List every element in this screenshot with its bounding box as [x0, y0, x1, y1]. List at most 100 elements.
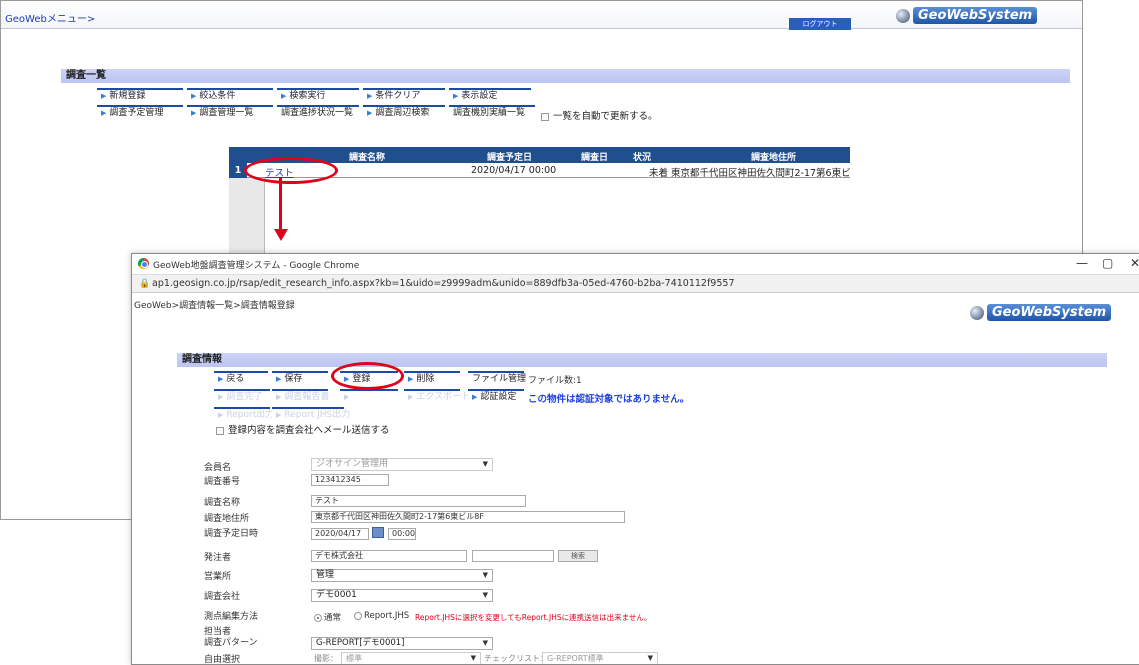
col-status: 状況 — [633, 153, 652, 163]
button-label: 新規登録 — [109, 91, 146, 101]
arrow-icon: ▶ — [276, 411, 282, 419]
photo-select[interactable]: 標準 ▼ — [341, 652, 481, 664]
client-label: 発注者 — [204, 553, 232, 563]
geoweb-logo: GeoWebSystem — [970, 304, 1112, 321]
pattern-select[interactable]: G-REPORT[デモ0001] ▼ — [311, 637, 493, 650]
row-planned: 2020/04/17 00:00 — [471, 165, 557, 176]
arrow-icon: ▶ — [276, 375, 282, 383]
top-bar: GeoWebメニュー> ログアウト GeoWebSystem — [1, 1, 1082, 30]
cert-settings-button[interactable]: ▶ 認証設定 — [468, 389, 524, 404]
col-address: 調査地住所 — [751, 153, 797, 163]
photo-value: 標準 — [346, 654, 362, 663]
progress-list-button[interactable]: 調査進捗状況一覧 — [277, 105, 359, 120]
button-label: 調査管理一覧 — [199, 108, 254, 118]
report-button: ▶ 調査報告書 — [272, 389, 329, 404]
arrow-icon: ▶ — [408, 393, 414, 401]
arrow-icon: ▶ — [453, 92, 459, 100]
mail-checkbox[interactable] — [216, 426, 224, 435]
minimize-button[interactable]: — — [1076, 256, 1088, 270]
file-mgmt-button[interactable]: ファイル管理 — [468, 371, 526, 386]
logo-globe-icon — [970, 305, 984, 320]
display-settings-button[interactable]: ▶ 表示設定 — [449, 88, 531, 103]
auto-refresh-option[interactable]: 一覧を自動で更新する。 — [541, 108, 658, 122]
chevron-down-icon: ▼ — [482, 571, 488, 579]
filter-button[interactable]: ▶ 絞込条件 — [187, 88, 273, 103]
radio-icon[interactable] — [354, 611, 362, 620]
mail-option[interactable]: 登録内容を調査会社へメール送信する — [216, 422, 390, 436]
calendar-icon[interactable] — [372, 527, 384, 538]
client-search-button[interactable]: 検索 — [558, 550, 598, 562]
url-text[interactable]: ap1.geosign.co.jp/rsap/edit_research_inf… — [152, 278, 734, 289]
time-field[interactable]: 00:00 — [388, 528, 416, 540]
button-label: 保存 — [284, 374, 303, 384]
chevron-down-icon: ▼ — [482, 591, 488, 599]
col-name: 調査名称 — [349, 153, 386, 163]
client-field[interactable]: デモ株式会社 — [311, 550, 467, 562]
name-label: 調査名称 — [204, 498, 241, 508]
button-label: 認証設定 — [480, 392, 517, 402]
number-field[interactable]: 123412345 — [311, 474, 389, 486]
section-title: 調査情報 — [177, 353, 1107, 367]
auto-refresh-checkbox[interactable] — [541, 112, 549, 121]
company-select[interactable]: デモ0001 ▼ — [311, 589, 493, 602]
member-label: 会員名 — [204, 463, 232, 473]
logo-text: GeoWebSystem — [913, 7, 1038, 24]
radio-label: 通常 — [324, 613, 342, 623]
arrow-icon: ▶ — [367, 92, 373, 100]
company-value: デモ0001 — [316, 590, 357, 600]
date-field[interactable]: 2020/04/17 — [311, 528, 369, 540]
name-field[interactable]: テスト — [311, 495, 526, 507]
machine-results-button[interactable]: 調査機別実績一覧 — [449, 105, 535, 120]
chevron-down-icon: ▼ — [482, 639, 488, 647]
complete-button: ▶ 調査完了 — [214, 389, 270, 404]
arrow-icon: ▶ — [101, 92, 107, 100]
research-edit-window: GeoWeb地盤調査管理システム - Google Chrome — ▢ ✕ 🔒… — [131, 253, 1139, 665]
geoweb-menu-link[interactable]: GeoWebメニュー> — [5, 10, 95, 25]
button-label: Report出力 — [226, 410, 275, 420]
maximize-button[interactable]: ▢ — [1102, 256, 1113, 270]
arrow-icon: ▶ — [218, 375, 224, 383]
new-register-button[interactable]: ▶ 新規登録 — [97, 88, 183, 103]
file-count: ファイル数:1 — [528, 376, 582, 386]
radio-icon[interactable] — [314, 613, 322, 622]
lock-icon: 🔒 — [139, 279, 151, 289]
schedule-mgmt-button[interactable]: ▶ 調査予定管理 — [97, 105, 183, 120]
button-label: 調査機別実績一覧 — [453, 108, 526, 118]
dim-button: ▶ — [340, 389, 398, 404]
clear-conditions-button[interactable]: ▶ 条件クリア — [363, 88, 445, 103]
annotation-arrow-head — [274, 229, 288, 241]
checklist-select[interactable]: G-REPORT標準 ▼ — [542, 652, 658, 664]
arrow-icon: ▶ — [191, 109, 197, 117]
address-field[interactable]: 東京都千代田区神田佐久間町2-17第6東ビル8F — [311, 511, 625, 523]
company-label: 調査会社 — [204, 592, 241, 602]
office-label: 営業所 — [204, 572, 232, 582]
arrow-icon: ▶ — [191, 92, 197, 100]
button-label: 検索実行 — [289, 91, 326, 101]
address-bar[interactable]: 🔒 ap1.geosign.co.jp/rsap/edit_research_i… — [132, 274, 1139, 293]
member-select[interactable]: ジオサイン管理用 ▼ — [311, 458, 493, 471]
research-mgmt-list-button[interactable]: ▶ 調査管理一覧 — [187, 105, 273, 120]
close-button[interactable]: ✕ — [1130, 256, 1139, 270]
delete-button[interactable]: ▶ 削除 — [404, 371, 460, 386]
logout-button[interactable]: ログアウト — [789, 18, 851, 30]
button-label: 調査進捗状況一覧 — [281, 108, 354, 118]
date-label: 調査予定日時 — [204, 529, 259, 539]
client-extra-field[interactable] — [472, 550, 554, 562]
highlight-oval — [244, 157, 338, 184]
breadcrumb[interactable]: GeoWeb>調査情報一覧>調査情報登録 — [134, 298, 295, 311]
mail-label: 登録内容を調査会社へメール送信する — [228, 425, 390, 436]
method-radio-normal[interactable]: 通常 — [314, 611, 341, 623]
chevron-down-icon: ▼ — [647, 654, 653, 662]
search-button[interactable]: ▶ 検索実行 — [277, 88, 359, 103]
method-radio-jhs[interactable]: Report.JHS — [354, 611, 409, 621]
arrow-icon: ▶ — [344, 393, 350, 401]
button-label: Report JHS出力 — [284, 410, 351, 420]
nearby-search-button[interactable]: ▶ 調査周辺検索 — [363, 105, 445, 120]
office-select[interactable]: 管理 ▼ — [311, 569, 493, 582]
back-button[interactable]: ▶ 戻る — [214, 371, 268, 386]
save-button[interactable]: ▶ 保存 — [272, 371, 328, 386]
free-select-label: 自由選択 — [204, 655, 241, 665]
chrome-icon — [138, 258, 149, 269]
button-label: 絞込条件 — [199, 91, 236, 101]
col-planned: 調査予定日 — [487, 153, 533, 163]
